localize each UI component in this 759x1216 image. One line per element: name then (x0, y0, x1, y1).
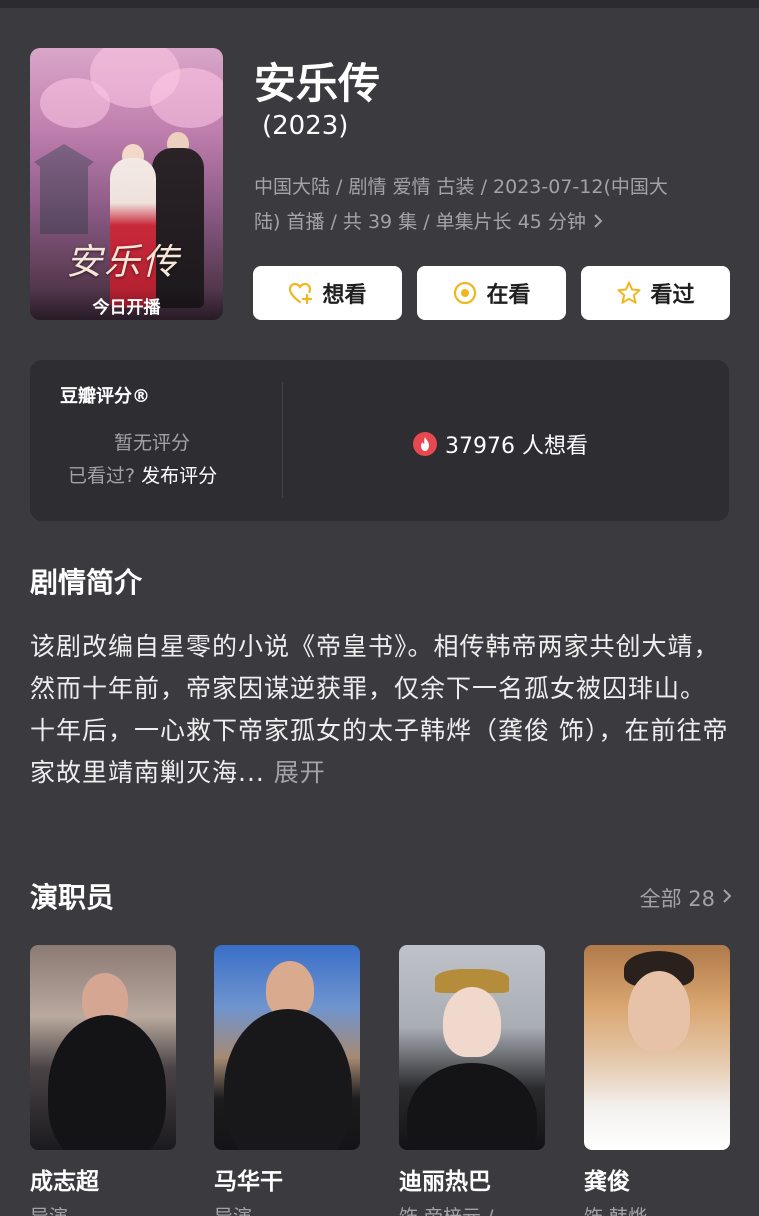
cast-name: 龚俊 (584, 1169, 630, 1195)
cast-photo (214, 945, 360, 1150)
show-meta[interactable]: 中国大陆 / 剧情 爱情 古装 / 2023-07-12(中国大 陆) 首播 /… (254, 170, 734, 240)
meta-line-2: 陆) 首播 / 共 39 集 / 单集片长 45 分钟 (254, 205, 734, 240)
watched-prompt: 已看过? 发布评分 (68, 461, 217, 488)
release-year: (2023) (262, 111, 349, 141)
want-count-text: 37976 人想看 (445, 434, 588, 459)
poster-blossom (150, 68, 223, 128)
poster-logo: 安乐传 (66, 242, 181, 283)
synopsis-heading: 剧情简介 (30, 566, 143, 599)
synopsis-text[interactable]: 该剧改编自星零的小说《帝皇书》。相传韩帝两家共创大靖，然而十年前，帝家因谋逆获罪… (30, 626, 730, 794)
watching-label: 在看 (486, 283, 531, 308)
poster-pavilion (34, 144, 94, 234)
cast-photo (584, 945, 730, 1150)
cast-all-label: 全部 28 (639, 887, 715, 911)
watched-button[interactable]: 看过 (581, 266, 730, 320)
watched-label: 看过 (650, 283, 695, 308)
poster-caption: 今日开播 (30, 289, 223, 320)
want-label: 想看 (322, 283, 367, 308)
publish-rating-link[interactable]: 发布评分 (141, 465, 217, 487)
watching-button[interactable]: 在看 (417, 266, 566, 320)
meta-line: 中国大陆 / 剧情 爱情 古装 / 2023-07-12(中国大 (254, 176, 668, 198)
cast-photo-face (443, 987, 501, 1057)
expand-link[interactable]: 展开 (265, 758, 326, 787)
cast-card[interactable]: 马华干 导演 (214, 945, 360, 1216)
chevron-right-icon (592, 212, 604, 233)
cast-role: 饰 帝梓元 / (399, 1202, 545, 1216)
divider (282, 382, 283, 498)
cast-card[interactable]: 成志超 导演 (30, 945, 176, 1216)
status-bar (0, 0, 759, 8)
synopsis-body: 该剧改编自星零的小说《帝皇书》。相传韩帝两家共创大靖，然而十年前，帝家因谋逆获罪… (30, 632, 729, 787)
watched-prompt-text: 已看过? (68, 465, 136, 487)
flame-icon (413, 432, 437, 456)
rating-card: 豆瓣评分® 暂无评分 已看过? 发布评分 37976 人想看 (30, 360, 729, 521)
cast-photo-face (628, 971, 690, 1051)
cast-role: 导演 (214, 1202, 360, 1216)
no-rating-text: 暂无评分 (114, 432, 191, 454)
douban-rating-title: 豆瓣评分® (60, 386, 150, 407)
cast-photo-body (224, 1009, 352, 1150)
cast-card[interactable]: 龚俊 饰 韩烨 (584, 945, 730, 1216)
cast-role: 饰 韩烨 (584, 1202, 730, 1216)
cast-photo (399, 945, 545, 1150)
cast-all-link[interactable]: 全部 28 (640, 883, 733, 913)
cast-photo-body (48, 1015, 166, 1150)
page-title: 安乐传 (254, 59, 381, 108)
movie-detail-page: 安乐传 今日开播 安乐传 (2023) 中国大陆 / 剧情 爱情 古装 / 20… (0, 0, 759, 1216)
chevron-right-icon (721, 886, 733, 910)
cast-photo (30, 945, 176, 1150)
cast-role: 导演 (30, 1202, 176, 1216)
watching-circle-icon (452, 280, 478, 306)
want-to-watch-button[interactable]: 想看 (253, 266, 402, 320)
heart-plus-icon (288, 280, 314, 306)
cast-photo-body (407, 1063, 537, 1150)
want-count[interactable]: 37976 人想看 (413, 428, 588, 460)
meta-line: 陆) 首播 / 共 39 集 / 单集片长 45 分钟 (254, 211, 586, 233)
cast-heading: 演职员 (30, 881, 115, 914)
cast-card[interactable]: 迪丽热巴 饰 帝梓元 / (399, 945, 545, 1216)
poster-image[interactable]: 安乐传 今日开播 (30, 48, 223, 320)
star-icon (616, 280, 642, 306)
cast-name: 成志超 (30, 1169, 99, 1195)
cast-name: 马华干 (214, 1169, 283, 1195)
cast-name: 迪丽热巴 (399, 1169, 491, 1195)
poster-blossom (40, 78, 110, 128)
